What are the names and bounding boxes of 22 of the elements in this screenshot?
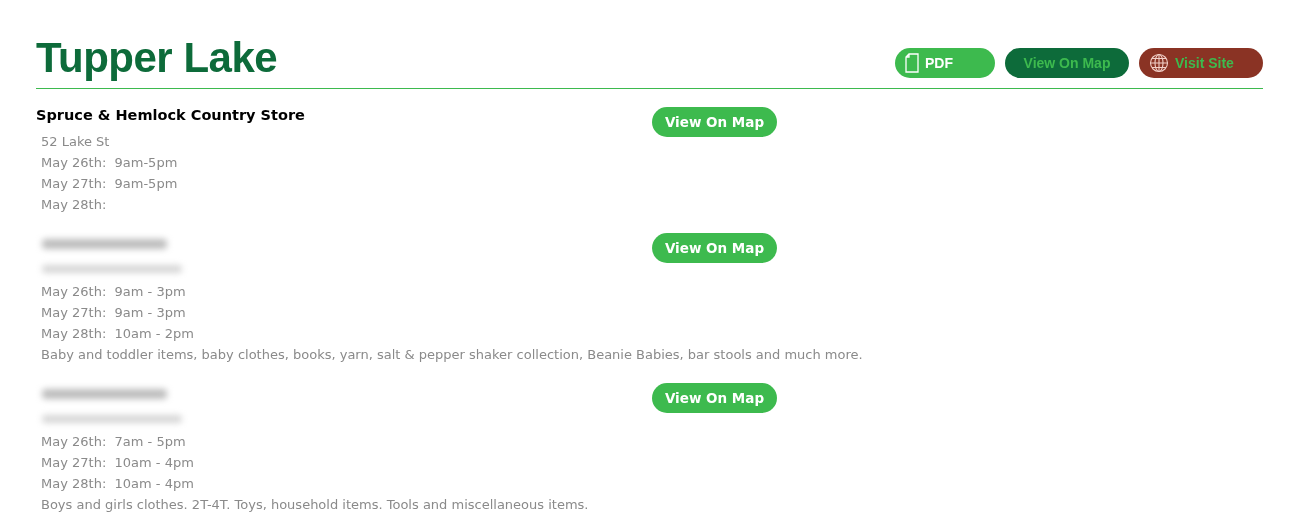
listing-hours: May 28th: 10am - 4pm xyxy=(41,475,195,493)
view-on-map-button[interactable]: View On Map xyxy=(1005,48,1129,78)
pdf-button[interactable]: PDF xyxy=(895,48,995,78)
listing-name: Spruce & Hemlock Country Store xyxy=(36,106,306,125)
listing-address: 52 Lake St xyxy=(41,133,111,151)
document-icon xyxy=(905,53,919,73)
view-on-map-button[interactable]: View On Map xyxy=(652,107,777,137)
listing-description: Boys and girls clothes. 2T-4T. Toys, household items. Tools and miscellaneous items. xyxy=(41,496,590,514)
listing-hours: May 26th: 9am-5pm xyxy=(41,154,179,172)
listing-hours: May 27th: 9am-5pm xyxy=(41,175,179,193)
page-title: Tupper Lake xyxy=(36,34,278,82)
listing-hours: May 27th: 9am - 3pm xyxy=(41,304,187,322)
visit-site-button[interactable]: Visit Site xyxy=(1139,48,1263,78)
listing-hours: May 27th: 10am - 4pm xyxy=(41,454,195,472)
listing-hours: May 28th: xyxy=(41,196,108,214)
globe-icon xyxy=(1149,53,1169,73)
listing-hours: May 28th: 10am - 2pm xyxy=(41,325,195,343)
view-on-map-button[interactable]: View On Map xyxy=(652,383,777,413)
view-on-map-button[interactable]: View On Map xyxy=(652,233,777,263)
listing-description: Baby and toddler items, baby clothes, books, yarn, salt & pepper shaker collection, Beanie Babies, bar stools and much more. xyxy=(41,346,864,364)
listing-hours: May 26th: 9am - 3pm xyxy=(41,283,187,301)
listing-hours: May 26th: 7am - 5pm xyxy=(41,433,187,451)
